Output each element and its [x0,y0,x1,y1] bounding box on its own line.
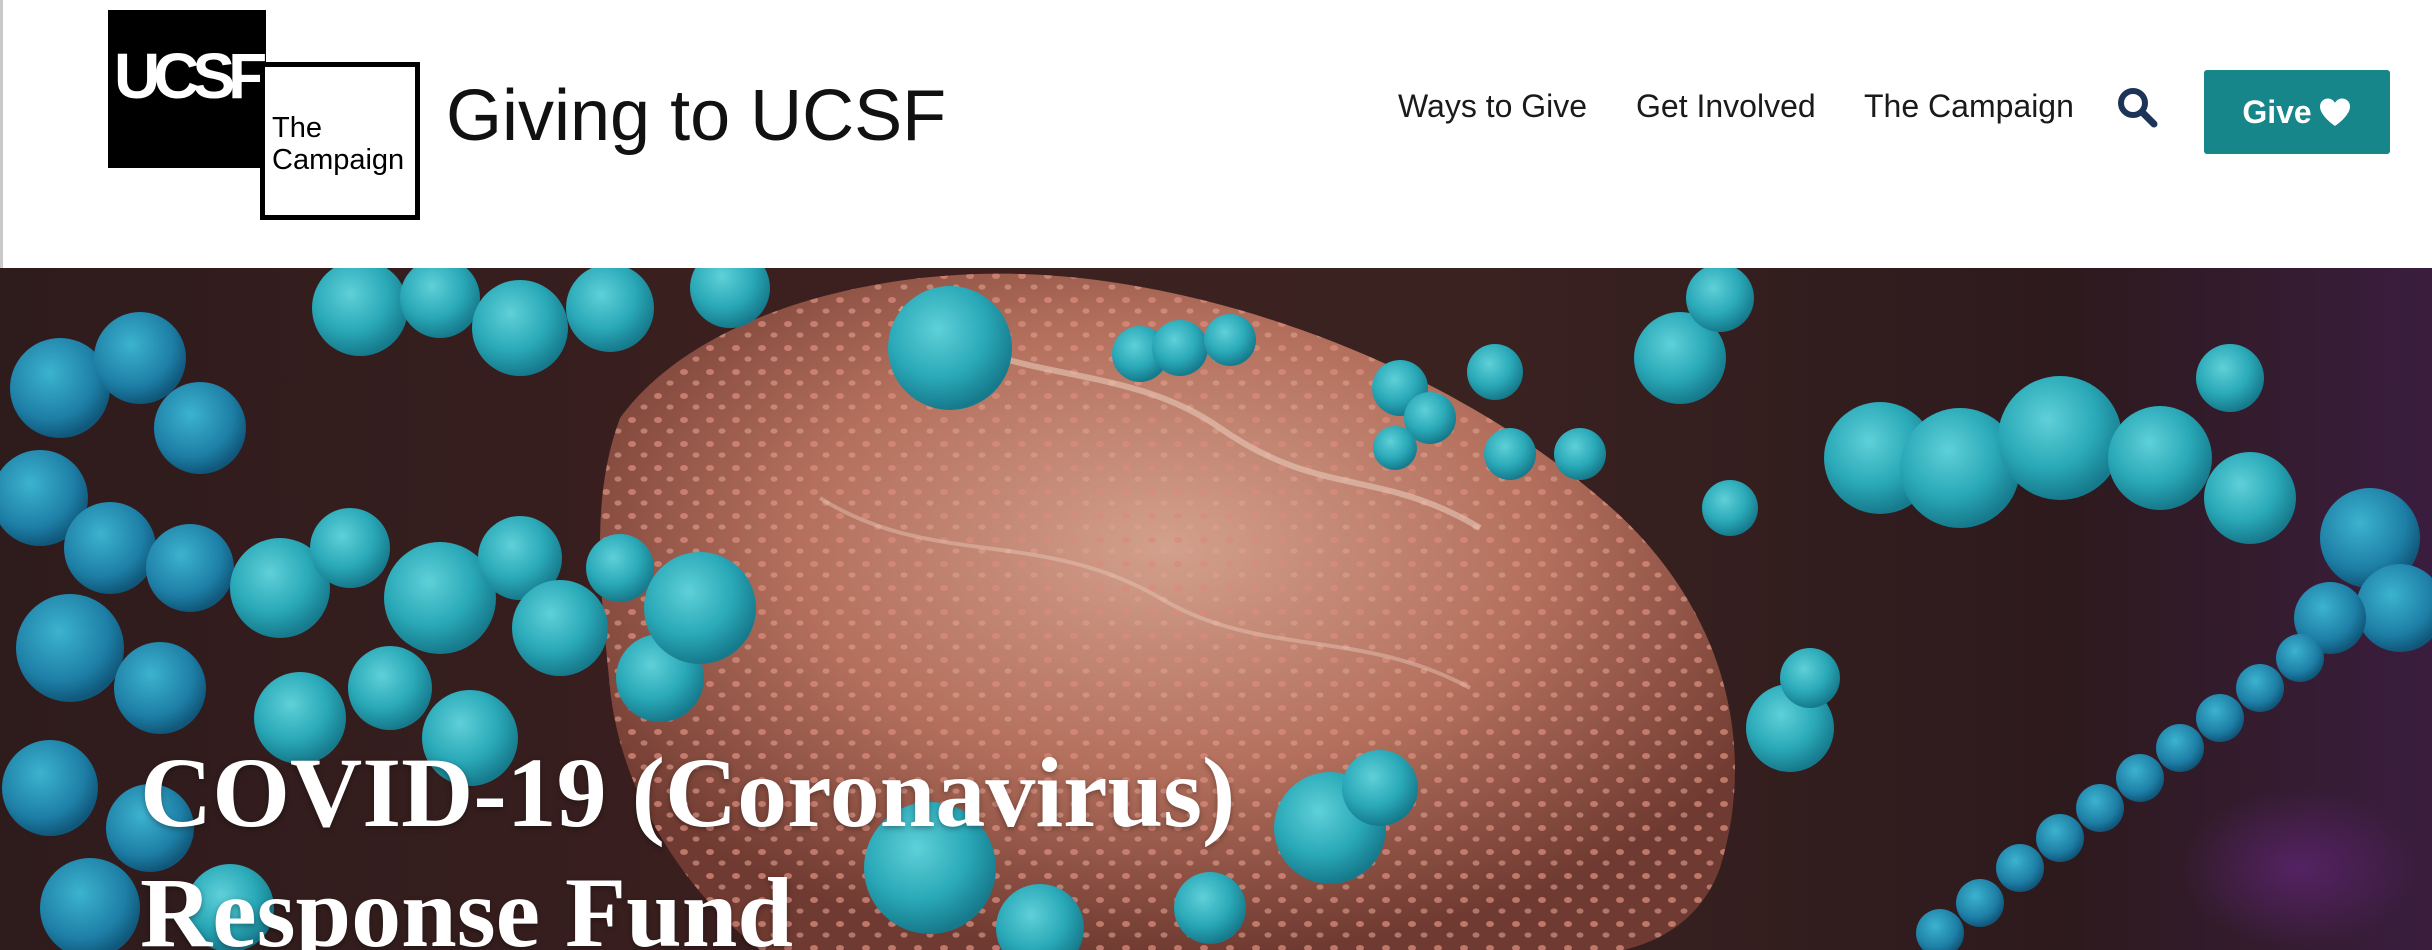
logo-black-square: UCSF [108,10,267,168]
ucsf-campaign-logo[interactable]: UCSF The Campaign [108,10,420,220]
nav-ways-to-give[interactable]: Ways to Give [1398,90,1587,122]
give-button-label: Give [2242,93,2312,130]
hero-title-line-2: Response Fund [140,857,793,950]
site-title[interactable]: Giving to UCSF [446,80,946,152]
nav-get-involved[interactable]: Get Involved [1636,90,1816,122]
site-header: UCSF The Campaign Giving to UCSF Ways to… [0,0,2432,270]
logo-line-2: Campaign [272,144,405,176]
nav-the-campaign[interactable]: The Campaign [1864,90,2074,122]
left-edge-rule [0,0,3,270]
logo-wordmark: UCSF [114,40,267,112]
hero-title-line-1: COVID-19 (Coronavirus) [140,737,1236,848]
heart-icon [2319,98,2350,126]
give-button[interactable]: Give [2204,70,2390,154]
page: UCSF The Campaign Giving to UCSF Ways to… [0,0,2432,950]
logo-line-1: The [272,112,322,144]
hero-title: COVID-19 (Coronavirus) Response Fund [140,733,1235,950]
hero-banner: COVID-19 (Coronavirus) Response Fund [0,268,2432,950]
search-icon[interactable] [2116,86,2158,128]
logo-outline-box: The Campaign [260,62,420,220]
